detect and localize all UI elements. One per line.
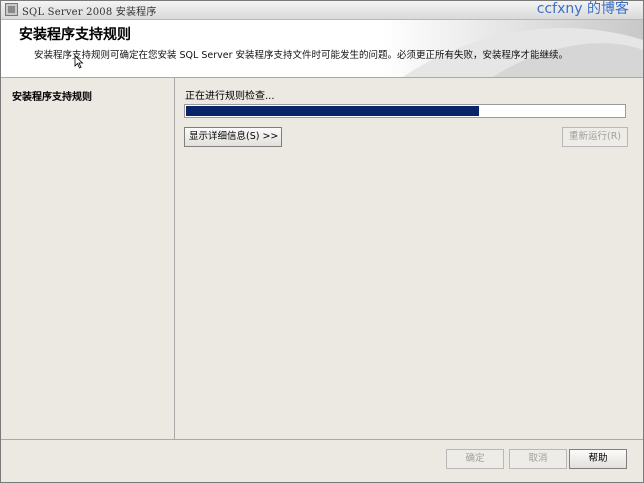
window-title: SQL Server 2008 安装程序: [22, 7, 157, 18]
left-navigation: 安装程序支持规则: [1, 78, 175, 439]
page-header: 安装程序支持规则 安装程序支持规则可确定在您安装 SQL Server 安装程序…: [1, 20, 643, 78]
header-decoration: [383, 20, 643, 77]
progress-bar: [184, 104, 626, 118]
mouse-cursor-icon: [74, 55, 84, 69]
setup-window: SQL Server 2008 安装程序 ccfxny 的博客 安装程序支持规则…: [0, 0, 644, 483]
footer-divider: [1, 439, 643, 440]
sql-server-icon: [5, 3, 18, 16]
help-button[interactable]: 帮助: [569, 449, 627, 469]
status-text: 正在进行规则检查...: [185, 91, 275, 102]
rerun-button[interactable]: 重新运行(R): [562, 127, 628, 147]
cancel-button[interactable]: 取消: [509, 449, 567, 469]
title-bar[interactable]: SQL Server 2008 安装程序 ccfxny 的博客: [1, 1, 643, 20]
main-content: 正在进行规则检查... 显示详细信息(S) >> 重新运行(R): [175, 78, 643, 439]
ok-button[interactable]: 确定: [446, 449, 504, 469]
page-description: 安装程序支持规则可确定在您安装 SQL Server 安装程序支持文件时可能发生…: [34, 50, 569, 61]
page-title: 安装程序支持规则: [19, 27, 131, 43]
nav-item-setup-support-rules[interactable]: 安装程序支持规则: [12, 88, 92, 103]
watermark-text: ccfxny 的博客: [536, 1, 629, 17]
show-details-button[interactable]: 显示详细信息(S) >>: [184, 127, 282, 147]
progress-fill: [186, 106, 479, 116]
